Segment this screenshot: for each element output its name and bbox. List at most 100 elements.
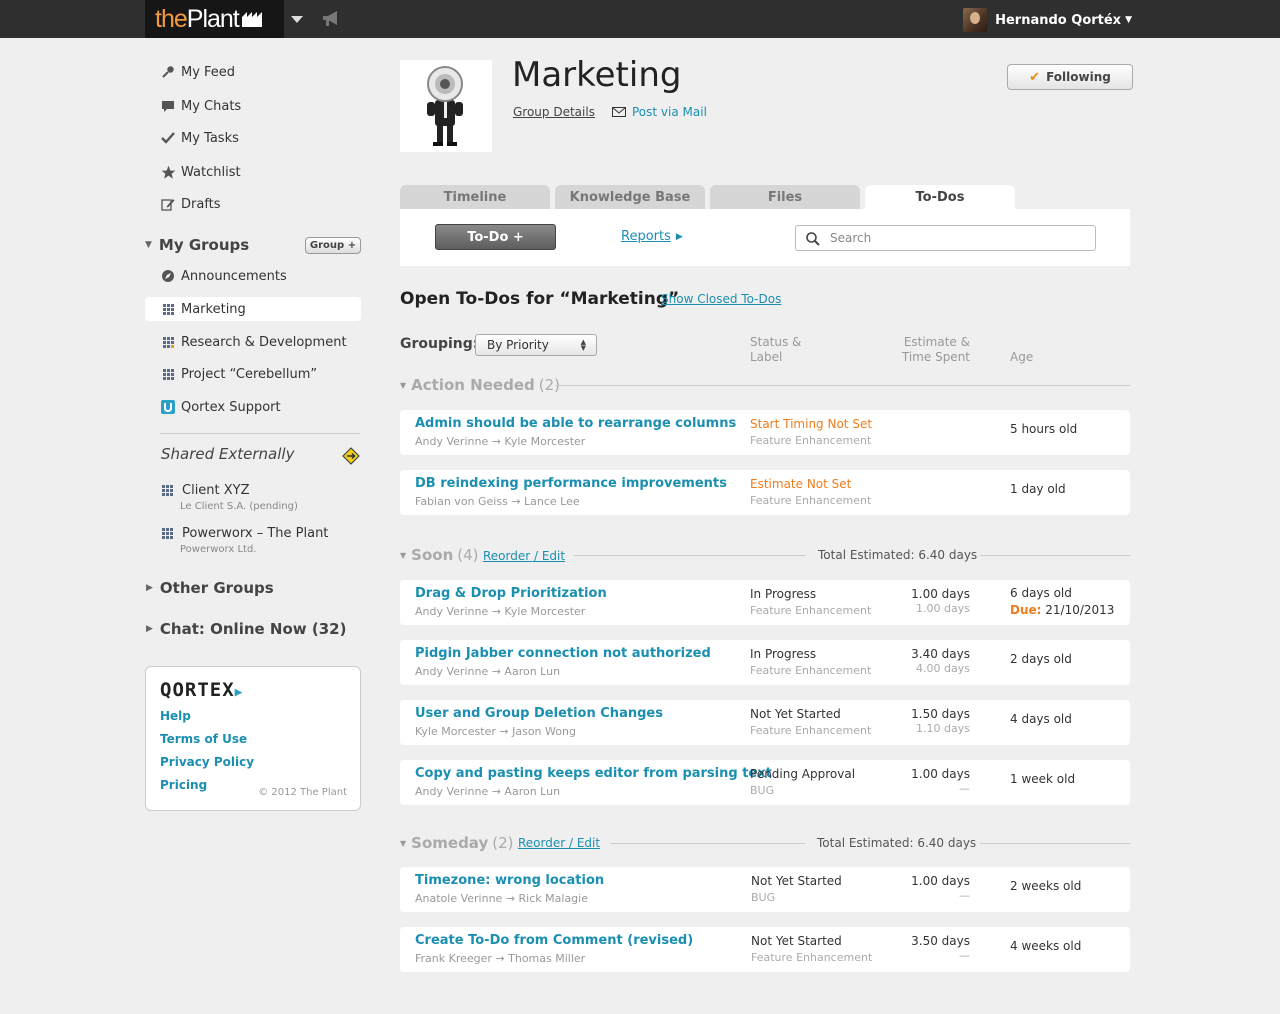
todo-row[interactable]: Drag & Drop Prioritization Andy Verinne … xyxy=(400,580,1130,625)
reorder-edit-link[interactable]: Reorder / Edit xyxy=(518,836,600,850)
todo-status: Start Timing Not Set xyxy=(750,417,873,431)
add-todo-button[interactable]: To-Do + xyxy=(435,224,556,250)
todo-title-link[interactable]: Drag & Drop Prioritization xyxy=(415,586,607,601)
todo-label: Feature Enhancement xyxy=(750,434,872,447)
todo-title-link[interactable]: Pidgin Jabber connection not authorized xyxy=(415,646,711,661)
todo-row[interactable]: Create To-Do from Comment (revised) Fran… xyxy=(400,927,1130,972)
grid-icon xyxy=(162,528,173,539)
sidebar-item-research-development[interactable]: Research & Development xyxy=(145,330,361,354)
sidebar-item-label: My Chats xyxy=(181,98,242,114)
todo-age: 2 days old xyxy=(1010,652,1072,666)
following-button[interactable]: ✔ Following xyxy=(1007,64,1133,90)
footer-link-help[interactable]: Help xyxy=(160,709,191,723)
app-menu-caret-icon[interactable] xyxy=(290,14,304,24)
todo-title-link[interactable]: Timezone: wrong location xyxy=(415,873,604,888)
due-date-value: 21/10/2013 xyxy=(1045,603,1115,617)
triangle-down-icon: ▼ xyxy=(145,240,152,250)
my-groups-header[interactable]: ▼ My Groups xyxy=(145,236,249,254)
todo-label: Feature Enhancement xyxy=(750,724,872,737)
todo-age: 1 day old xyxy=(1010,482,1066,496)
group-details-link[interactable]: Group Details xyxy=(513,105,595,119)
todo-age: 6 days old xyxy=(1010,586,1072,600)
sidebar-item-marketing[interactable]: Marketing xyxy=(145,297,361,321)
tab-files[interactable]: Files xyxy=(710,185,860,210)
todo-row[interactable]: DB reindexing performance improvements F… xyxy=(400,470,1130,515)
megaphone-man-icon xyxy=(427,66,463,146)
sidebar-item-drafts[interactable]: Drafts xyxy=(145,192,361,216)
add-group-button[interactable]: Group + xyxy=(305,237,361,254)
section-header-action-needed[interactable]: ▼ Action Needed (2) xyxy=(400,375,560,395)
user-menu[interactable]: Hernando Qortéx ▼ xyxy=(963,7,1132,33)
sidebar-item-watchlist[interactable]: Watchlist xyxy=(145,160,361,184)
todo-title-link[interactable]: User and Group Deletion Changes xyxy=(415,706,663,721)
todo-row[interactable]: Timezone: wrong location Anatole Verinne… xyxy=(400,867,1130,912)
chat-online-header[interactable]: ▶ Chat: Online Now (32) xyxy=(146,620,346,638)
user-avatar xyxy=(963,8,988,32)
open-todos-title: Open To-Dos for “Marketing” xyxy=(400,289,680,309)
todo-estimate: 3.40 days xyxy=(911,647,970,661)
footer-link-privacy[interactable]: Privacy Policy xyxy=(160,755,254,769)
todo-time-spent: — xyxy=(959,949,970,962)
announcements-megaphone-icon[interactable] xyxy=(321,10,343,28)
show-closed-todos-link[interactable]: Show Closed To-Dos xyxy=(661,292,781,306)
reports-label: Reports xyxy=(621,229,671,244)
footer-link-terms[interactable]: Terms of Use xyxy=(160,732,247,746)
tab-timeline[interactable]: Timeline xyxy=(400,185,550,210)
todo-label: Feature Enhancement xyxy=(750,604,872,617)
sidebar-divider xyxy=(160,433,360,434)
search-input[interactable] xyxy=(830,229,1085,247)
todo-age: 2 weeks old xyxy=(1010,879,1082,893)
sidebar-item-my-feed[interactable]: My Feed xyxy=(145,60,361,84)
sidebar-item-my-tasks[interactable]: My Tasks xyxy=(145,126,361,150)
footer-link-pricing[interactable]: Pricing xyxy=(160,778,207,792)
todo-estimate: 1.00 days xyxy=(911,767,970,781)
todo-status: Estimate Not Set xyxy=(750,477,852,491)
todo-title-link[interactable]: Copy and pasting keeps editor from parsi… xyxy=(415,766,772,781)
compass-icon xyxy=(160,268,176,284)
todo-assignees: Andy Verinne → Aaron Lun xyxy=(415,785,561,798)
sidebar-item-announcements[interactable]: Announcements xyxy=(145,264,361,288)
todo-title-link[interactable]: DB reindexing performance improvements xyxy=(415,476,727,491)
todo-title-link[interactable]: Create To-Do from Comment (revised) xyxy=(415,933,693,948)
section-header-soon[interactable]: ▼ Soon (4) xyxy=(400,545,479,565)
post-via-mail-link[interactable]: Post via Mail xyxy=(612,105,707,119)
column-header-status-line1: Status & xyxy=(750,335,802,349)
grouping-select[interactable]: By Priority ▲ ▼ xyxy=(475,334,597,356)
todo-row[interactable]: User and Group Deletion Changes Kyle Mor… xyxy=(400,700,1130,745)
reorder-edit-link[interactable]: Reorder / Edit xyxy=(483,549,565,563)
pin-icon xyxy=(160,64,176,80)
todo-assignees: Andy Verinne → Kyle Morcester xyxy=(415,435,586,448)
grid-icon xyxy=(160,301,176,317)
todo-row[interactable]: Copy and pasting keeps editor from parsi… xyxy=(400,760,1130,805)
todo-status: Not Yet Started xyxy=(751,874,842,888)
tab-knowledge-base[interactable]: Knowledge Base xyxy=(555,185,705,210)
grid-shared-icon xyxy=(160,334,176,350)
todo-age: 1 week old xyxy=(1010,772,1076,786)
triangle-right-icon: ▶ xyxy=(146,624,153,634)
grid-icon xyxy=(160,366,176,382)
other-groups-header[interactable]: ▶ Other Groups xyxy=(146,579,274,597)
section-header-someday[interactable]: ▼ Someday (2) xyxy=(400,833,514,853)
column-header-estimate-line2: Time Spent xyxy=(901,350,970,364)
sidebar-item-my-chats[interactable]: My Chats xyxy=(145,94,361,118)
todo-label: Feature Enhancement xyxy=(751,951,873,964)
column-header-estimate: Estimate & Time Spent xyxy=(885,335,970,365)
todo-row[interactable]: Admin should be able to rearrange column… xyxy=(400,410,1130,455)
sidebar-item-project-cerebellum[interactable]: Project “Cerebellum” xyxy=(145,362,361,386)
shared-externally-icon[interactable] xyxy=(342,447,360,465)
shared-item-client-xyz[interactable]: Client XYZ Le Client S.A. (pending) xyxy=(160,483,298,512)
reports-link[interactable]: Reports ▶ xyxy=(621,229,683,244)
shared-item-powerworx[interactable]: Powerworx – The Plant Powerworx Ltd. xyxy=(160,526,328,555)
todo-row[interactable]: Pidgin Jabber connection not authorized … xyxy=(400,640,1130,685)
todo-title-link[interactable]: Admin should be able to rearrange column… xyxy=(415,416,736,431)
triangle-down-icon: ▼ xyxy=(400,380,407,390)
sidebar-item-qortex-support[interactable]: Qortex Support xyxy=(145,395,361,419)
todo-estimate: 1.50 days xyxy=(911,707,970,721)
todo-assignees: Andy Verinne → Kyle Morcester xyxy=(415,605,586,618)
tab-todos[interactable]: To-Dos xyxy=(865,185,1015,210)
checkmark-icon: ✔ xyxy=(1029,69,1041,85)
section-divider xyxy=(980,555,1130,556)
todo-label: Feature Enhancement xyxy=(750,494,872,507)
app-logo[interactable]: the Plant xyxy=(145,0,284,38)
todo-assignees: Anatole Verinne → Rick Malagie xyxy=(415,892,588,905)
